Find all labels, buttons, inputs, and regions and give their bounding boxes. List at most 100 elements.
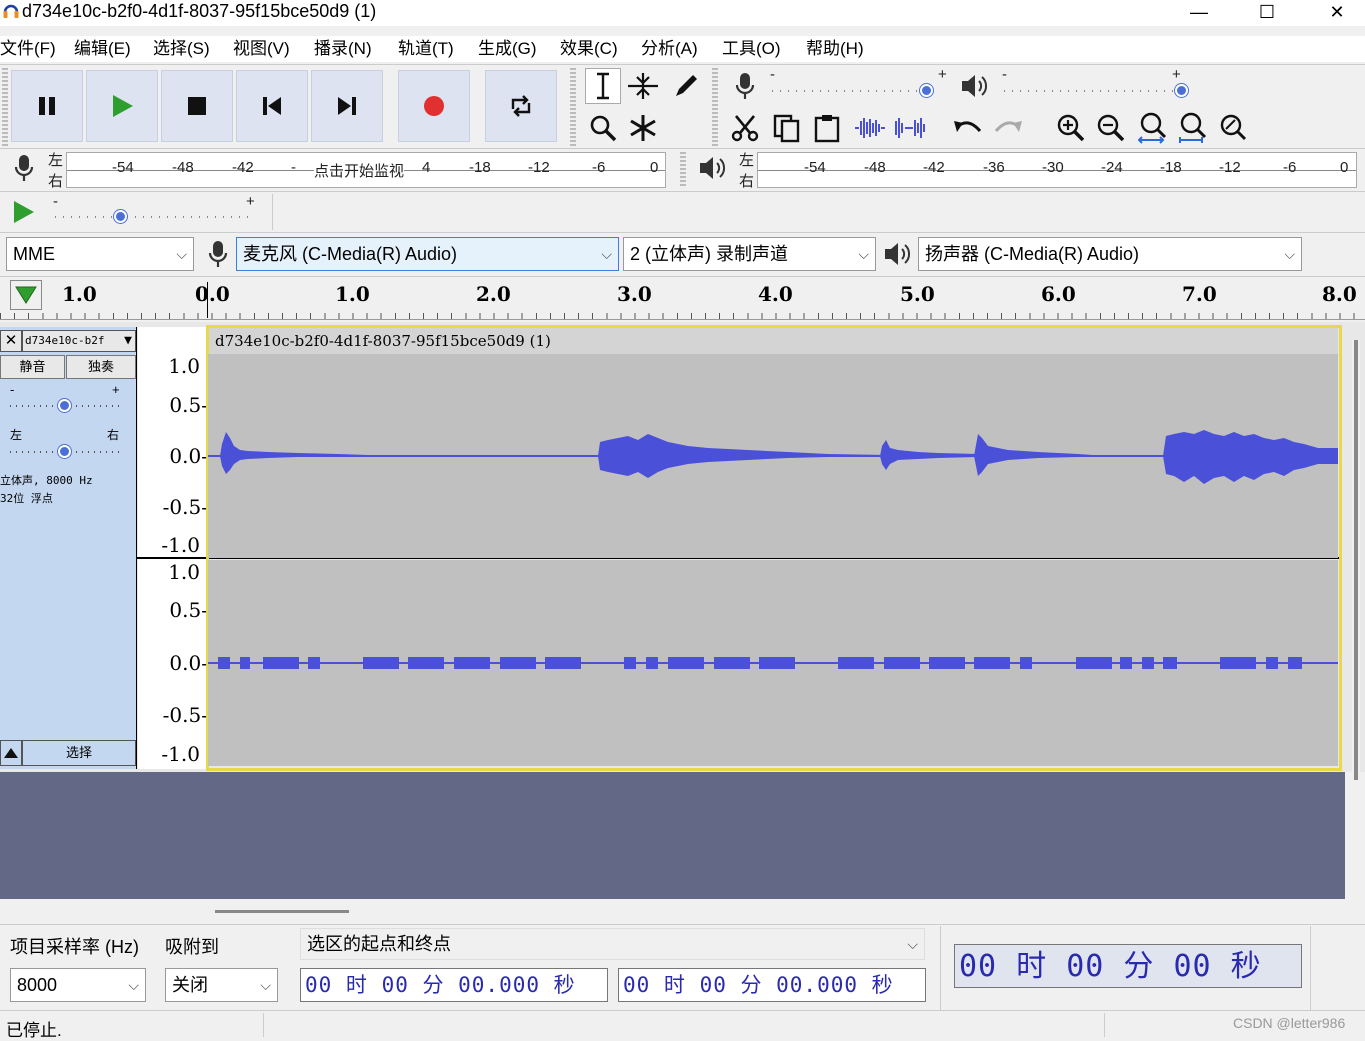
speaker-icon[interactable] bbox=[695, 150, 731, 186]
waveform-left-channel[interactable] bbox=[208, 354, 1338, 558]
toolbar-grip[interactable] bbox=[680, 152, 686, 188]
microphone-icon[interactable] bbox=[6, 150, 42, 186]
solo-button[interactable]: 独奏 bbox=[66, 355, 136, 379]
multi-tool-icon[interactable] bbox=[625, 110, 661, 146]
recording-volume-slider[interactable] bbox=[920, 84, 933, 97]
zoom-toggle-icon[interactable] bbox=[1215, 110, 1251, 146]
ruler-label: 1.0 bbox=[335, 282, 370, 306]
click-to-monitor-label[interactable]: 点击开始监视 bbox=[314, 160, 405, 181]
trim-audio-icon[interactable] bbox=[852, 110, 888, 146]
menu-edit[interactable]: 编辑(E) bbox=[74, 38, 131, 60]
skip-end-button[interactable] bbox=[311, 70, 383, 142]
waveform-right-channel[interactable] bbox=[208, 560, 1338, 766]
loop-button[interactable] bbox=[485, 70, 557, 142]
toolbar-grip[interactable] bbox=[570, 68, 576, 146]
ruler-ticks bbox=[0, 313, 1365, 319]
selection-start-time[interactable]: 00 时 00 分 00.000 秒 bbox=[300, 968, 608, 1002]
clip-title: d734e10c-b2f0-4d1f-8037-95f15bce50d9 (1) bbox=[215, 332, 551, 350]
menu-tools[interactable]: 工具(O) bbox=[722, 38, 781, 60]
copy-icon[interactable] bbox=[769, 110, 805, 146]
project-rate-value: 8000 bbox=[17, 975, 58, 995]
play-button[interactable] bbox=[86, 70, 158, 142]
scrollbar-thumb[interactable] bbox=[1354, 340, 1358, 780]
select-track-button[interactable]: 选择 bbox=[22, 740, 136, 766]
recording-channels-select[interactable]: 2 (立体声) 录制声道 ⌵ bbox=[623, 237, 876, 271]
meter-right-label: 右 bbox=[739, 173, 755, 190]
horizontal-scrollbar-thumb[interactable] bbox=[215, 910, 349, 913]
clip-title-bar[interactable]: d734e10c-b2f0-4d1f-8037-95f15bce50d9 (1) bbox=[209, 328, 1338, 354]
audio-position-time[interactable]: 00 时 00 分 00 秒 bbox=[954, 944, 1302, 988]
menu-view[interactable]: 视图(V) bbox=[233, 38, 290, 60]
fit-selection-icon[interactable] bbox=[1135, 110, 1171, 146]
paste-icon[interactable] bbox=[809, 110, 845, 146]
snap-to-select[interactable]: 关闭 ⌵ bbox=[165, 968, 278, 1002]
cut-icon[interactable] bbox=[727, 110, 763, 146]
mute-button[interactable]: 静音 bbox=[0, 355, 65, 379]
scale-label: -1.0 bbox=[161, 742, 200, 766]
undo-icon[interactable] bbox=[950, 110, 986, 146]
redo-icon[interactable] bbox=[990, 110, 1026, 146]
menu-file[interactable]: 文件(F) bbox=[0, 38, 56, 60]
meter-tick: -48 bbox=[172, 159, 194, 176]
menu-help[interactable]: 帮助(H) bbox=[806, 38, 864, 60]
menu-analyze[interactable]: 分析(A) bbox=[641, 38, 698, 60]
meter-tick: - bbox=[291, 159, 296, 176]
close-icon: ✕ bbox=[1329, 1, 1345, 22]
menu-effect[interactable]: 效果(C) bbox=[560, 38, 618, 60]
recording-device-select[interactable]: 麦克风 (C-Media(R) Audio) ⌵ bbox=[236, 237, 619, 271]
gain-minus: - bbox=[10, 382, 15, 397]
record-button[interactable] bbox=[398, 70, 470, 142]
playback-device-select[interactable]: 扬声器 (C-Media(R) Audio) ⌵ bbox=[918, 237, 1302, 271]
gain-slider[interactable] bbox=[58, 399, 71, 412]
skip-start-button[interactable] bbox=[236, 70, 308, 142]
empty-track-area[interactable] bbox=[0, 772, 1345, 899]
maximize-button[interactable]: ☐ bbox=[1244, 0, 1290, 24]
slider-minus: - bbox=[770, 66, 775, 83]
pan-slider[interactable] bbox=[58, 445, 71, 458]
selection-end-time[interactable]: 00 时 00 分 00.000 秒 bbox=[618, 968, 926, 1002]
vertical-scrollbar[interactable] bbox=[1352, 340, 1360, 900]
draw-tool-icon[interactable] bbox=[668, 68, 704, 104]
select-tool-icon[interactable] bbox=[585, 68, 621, 104]
close-button[interactable]: ✕ bbox=[1314, 0, 1360, 24]
project-rate-select[interactable]: 8000 ⌵ bbox=[10, 968, 146, 1002]
playback-volume-slider[interactable] bbox=[1175, 84, 1188, 97]
zoom-in-icon[interactable] bbox=[1053, 110, 1089, 146]
toolbar-grip[interactable] bbox=[2, 68, 8, 146]
toolbar-grip[interactable] bbox=[712, 68, 718, 148]
silence-audio-icon[interactable] bbox=[892, 110, 928, 146]
track-name-menu-button[interactable]: d734e10c-b2f ▼ bbox=[22, 330, 136, 352]
track-close-button[interactable]: ✕ bbox=[0, 330, 22, 352]
minimize-button[interactable]: — bbox=[1176, 0, 1222, 24]
timeline-options-button[interactable] bbox=[10, 280, 42, 310]
meter-tick: -6 bbox=[1283, 159, 1297, 176]
envelope-tool-icon[interactable] bbox=[625, 68, 661, 104]
collapse-track-button[interactable] bbox=[0, 740, 22, 766]
status-bar: 已停止. CSDN @letter986 bbox=[0, 1010, 1365, 1040]
meter-tick: 0 bbox=[1340, 159, 1349, 176]
playback-volume-track bbox=[1004, 90, 1179, 92]
selection-mode-select[interactable]: 选区的起点和终点 ⌵ bbox=[300, 928, 925, 960]
audio-host-select[interactable]: MME ⌵ bbox=[6, 237, 194, 271]
close-icon: ✕ bbox=[4, 332, 18, 349]
play-speed-slider[interactable] bbox=[114, 210, 127, 223]
menu-select[interactable]: 选择(S) bbox=[153, 38, 210, 60]
fit-project-icon[interactable] bbox=[1175, 110, 1211, 146]
menu-tracks[interactable]: 轨道(T) bbox=[398, 38, 454, 60]
divider bbox=[263, 1013, 264, 1037]
menu-record[interactable]: 播录(N) bbox=[314, 38, 372, 60]
play-at-speed-icon[interactable] bbox=[6, 194, 42, 230]
divider bbox=[1310, 926, 1311, 1010]
microphone-icon bbox=[200, 236, 236, 272]
scale-label: 1.0 bbox=[168, 354, 200, 378]
zoom-tool-icon[interactable] bbox=[585, 110, 621, 146]
zoom-out-icon[interactable] bbox=[1093, 110, 1129, 146]
meter-tick: -18 bbox=[1160, 159, 1182, 176]
menu-generate[interactable]: 生成(G) bbox=[478, 38, 537, 60]
chevron-down-icon: ⌵ bbox=[176, 246, 187, 262]
stop-button[interactable] bbox=[161, 70, 233, 142]
track-format-info: 立体声, 8000 Hz bbox=[0, 474, 93, 487]
pause-button[interactable] bbox=[11, 70, 83, 142]
slider-plus: + bbox=[938, 66, 947, 83]
horizontal-scroll-region bbox=[0, 899, 1365, 925]
